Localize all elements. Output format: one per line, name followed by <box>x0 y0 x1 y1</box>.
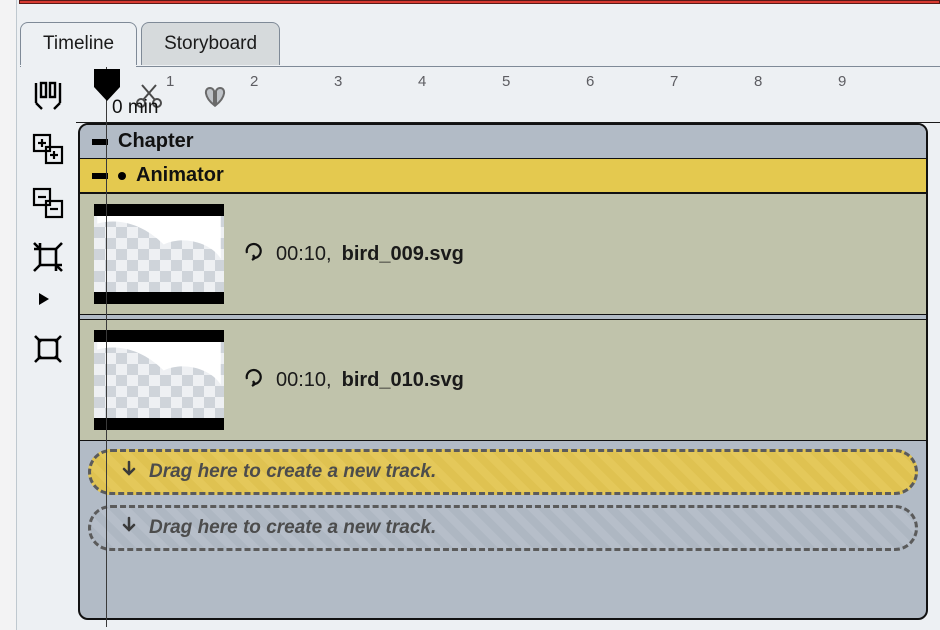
clip-thumbnail[interactable] <box>94 204 224 304</box>
playhead[interactable] <box>90 67 124 101</box>
workspace: 0 min 1 2 3 4 5 6 7 8 9 Chapter <box>20 66 940 630</box>
crop-tool[interactable] <box>28 237 68 277</box>
clip-row[interactable]: 00:10, bird_010.svg <box>80 319 926 441</box>
dropzone-chapter[interactable]: Drag here to create a new track. <box>88 505 918 551</box>
timeline-column: 0 min 1 2 3 4 5 6 7 8 9 Chapter <box>76 67 940 630</box>
loop-icon <box>242 239 266 269</box>
tab-timeline[interactable]: Timeline <box>20 22 137 65</box>
ruler-tick: 2 <box>250 73 258 90</box>
clip-meta: 00:10, bird_010.svg <box>242 365 464 395</box>
ruler-tick: 3 <box>334 73 342 90</box>
playhead-line <box>106 67 107 627</box>
tab-storyboard[interactable]: Storyboard <box>141 22 280 65</box>
selection-highlight-bar <box>19 0 940 4</box>
play-tool[interactable] <box>36 291 60 315</box>
animator-label: Animator <box>136 164 224 187</box>
ruler-tick: 6 <box>586 73 594 90</box>
loop-icon <box>242 365 266 395</box>
clip-meta: 00:10, bird_009.svg <box>242 239 464 269</box>
keyframe-dot-icon <box>118 172 126 180</box>
dropzone-animator[interactable]: Drag here to create a new track. <box>88 449 918 495</box>
frame-bounds-tool[interactable] <box>28 329 68 369</box>
chapter-label: Chapter <box>118 130 194 153</box>
ruler-tick: 4 <box>418 73 426 90</box>
ruler-tick: 5 <box>502 73 510 90</box>
editor-tabs: Timeline Storyboard <box>20 22 280 65</box>
clip-filename: bird_009.svg <box>342 243 464 266</box>
bird-silhouette-icon <box>94 342 224 418</box>
ruler-tick: 7 <box>670 73 678 90</box>
panel-frame: Timeline Storyboard <box>16 0 940 630</box>
dropzone-label: Drag here to create a new track. <box>149 517 436 539</box>
clip-thumbnail[interactable] <box>94 330 224 430</box>
time-ruler[interactable]: 0 min 1 2 3 4 5 6 7 8 9 <box>76 67 940 123</box>
snap-tool[interactable] <box>28 75 68 115</box>
left-toolbar <box>20 67 76 630</box>
chapter-header[interactable]: Chapter <box>80 125 926 159</box>
clip-row[interactable]: 00:10, bird_009.svg <box>80 193 926 315</box>
clip-duration: 00:10, <box>276 243 332 266</box>
animator-header[interactable]: Animator <box>80 159 926 193</box>
ruler-tick: 9 <box>838 73 846 90</box>
down-arrow-icon <box>119 459 139 485</box>
dropzone-label: Drag here to create a new track. <box>149 461 436 483</box>
split-heart-icon[interactable] <box>202 85 228 112</box>
tracks-panel: Chapter Animator <box>78 123 928 620</box>
bird-silhouette-icon <box>94 216 224 292</box>
ruler-tick: 1 <box>166 73 174 90</box>
ruler-tick: 8 <box>754 73 762 90</box>
down-arrow-icon <box>119 515 139 541</box>
add-combo-tool[interactable] <box>28 129 68 169</box>
clip-filename: bird_010.svg <box>342 369 464 392</box>
remove-combo-tool[interactable] <box>28 183 68 223</box>
clip-duration: 00:10, <box>276 369 332 392</box>
